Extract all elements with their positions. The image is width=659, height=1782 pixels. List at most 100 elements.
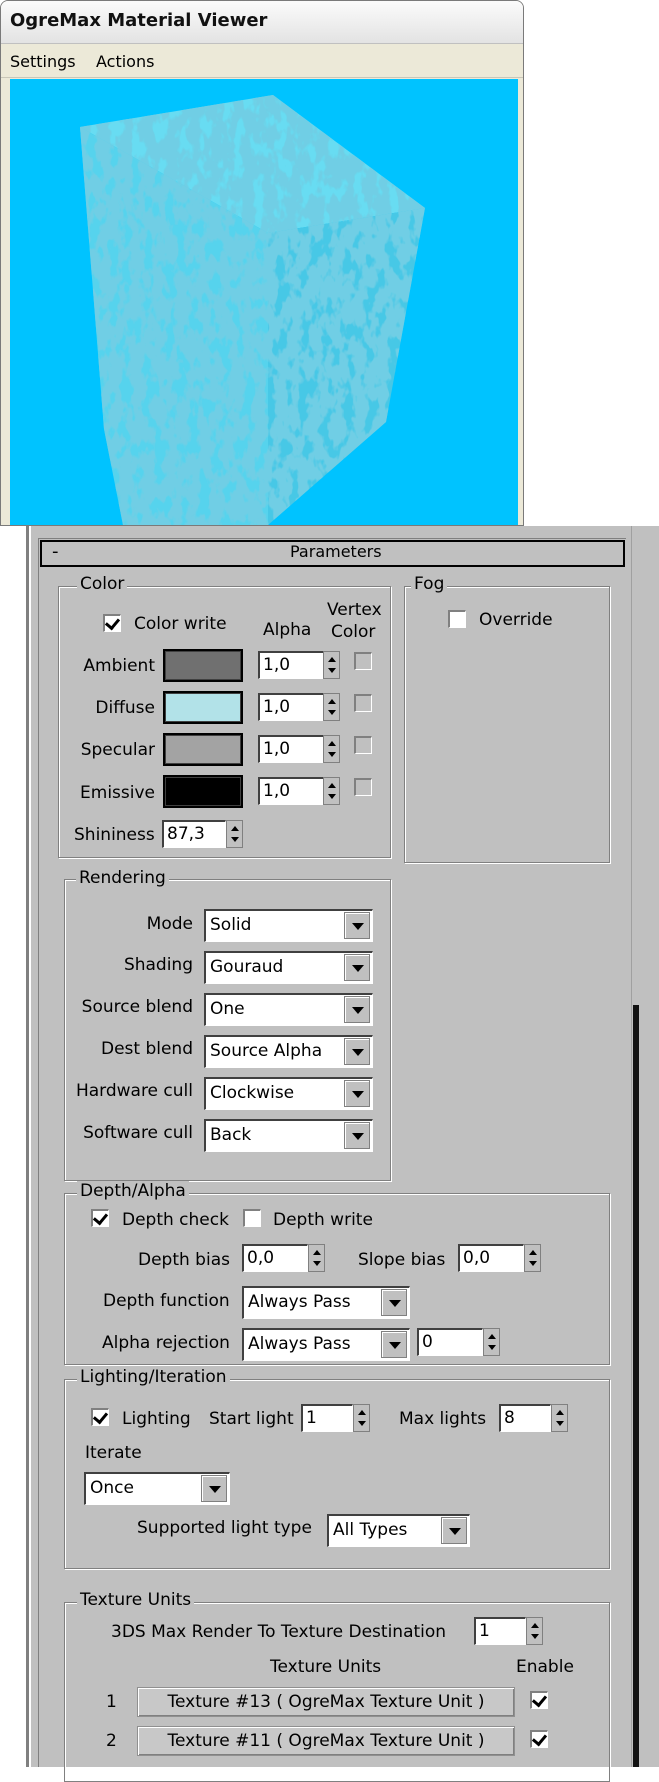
specular-color-swatch[interactable] <box>163 733 243 766</box>
shading-dropdown-arrow[interactable] <box>344 954 370 981</box>
source-blend-label: Source blend <box>81 997 193 1017</box>
ambient-label: Ambient <box>83 656 155 676</box>
max-lights-label: Max lights <box>399 1409 487 1429</box>
depth-check-checkbox[interactable] <box>91 1209 109 1227</box>
depth-bias-spinner[interactable] <box>308 1244 325 1272</box>
menu-actions[interactable]: Actions <box>96 52 154 71</box>
vertex-color-header-1: Vertex <box>327 600 382 620</box>
texture-units-group-label: Texture Units <box>77 1590 195 1610</box>
texture-unit-button[interactable]: Texture #13 ( OgreMax Texture Unit ) <box>137 1687 515 1717</box>
emissive-color-swatch[interactable] <box>163 775 243 808</box>
alpha-rejection-label: Alpha rejection <box>102 1333 230 1353</box>
dest-blend-dropdown-arrow[interactable] <box>344 1038 370 1065</box>
menu-settings[interactable]: Settings <box>10 52 76 71</box>
shininess-field[interactable]: 87,3 <box>162 820 226 848</box>
depth-write-checkbox[interactable] <box>243 1209 261 1227</box>
texture-unit-index: 2 <box>106 1731 117 1751</box>
collapse-icon[interactable]: - <box>52 541 59 562</box>
enable-column-header: Enable <box>516 1657 574 1677</box>
slope-bias-field[interactable]: 0,0 <box>458 1244 524 1272</box>
ambient-alpha-field[interactable]: 1,0 <box>258 651 324 679</box>
ambient-color-swatch[interactable] <box>163 649 243 682</box>
depth-check-label: Depth check <box>122 1210 229 1230</box>
slope-bias-label: Slope bias <box>358 1250 446 1270</box>
shininess-label: Shininess <box>74 825 155 845</box>
start-light-field[interactable]: 1 <box>301 1404 353 1432</box>
cube-right-face <box>268 208 425 525</box>
rendering-group-label: Rendering <box>76 868 169 888</box>
specular-label: Specular <box>80 740 155 760</box>
title-bar[interactable]: OgreMax Material Viewer <box>1 1 523 44</box>
hardware-cull-label: Hardware cull <box>75 1081 193 1101</box>
fog-group-label: Fog <box>411 574 448 594</box>
texture-unit-enable-checkbox[interactable] <box>530 1691 548 1709</box>
iterate-label: Iterate <box>85 1443 142 1463</box>
emissive-alpha-spinner[interactable] <box>323 777 340 805</box>
rtt-destination-field[interactable]: 1 <box>474 1617 526 1645</box>
alpha-header: Alpha <box>263 620 312 640</box>
diffuse-alpha-spinner[interactable] <box>323 693 340 721</box>
diffuse-color-swatch[interactable] <box>163 691 243 724</box>
alpha-rejection-dropdown-arrow[interactable] <box>381 1331 407 1358</box>
diffuse-vertex-color-checkbox[interactable] <box>354 694 372 712</box>
lighting-iteration-group-label: Lighting/Iteration <box>77 1367 230 1387</box>
diffuse-label: Diffuse <box>95 698 155 718</box>
lighting-label: Lighting <box>122 1409 191 1429</box>
specular-alpha-field[interactable]: 1,0 <box>258 735 324 763</box>
max-lights-field[interactable]: 8 <box>499 1404 551 1432</box>
depth-function-label: Depth function <box>103 1291 230 1311</box>
software-cull-dropdown-arrow[interactable] <box>344 1122 370 1149</box>
panel-scrollbar-thumb[interactable] <box>633 1005 639 1767</box>
iterate-dropdown-arrow[interactable] <box>201 1475 227 1502</box>
textured-cube-preview <box>80 95 425 525</box>
texture-unit-button[interactable]: Texture #11 ( OgreMax Texture Unit ) <box>137 1726 515 1756</box>
emissive-alpha-field[interactable]: 1,0 <box>258 777 324 805</box>
max-lights-spinner[interactable] <box>551 1404 568 1432</box>
source-blend-dropdown-arrow[interactable] <box>344 996 370 1023</box>
supported-light-type-label: Supported light type <box>137 1518 312 1538</box>
alpha-rejection-value-field[interactable]: 0 <box>417 1328 483 1356</box>
texture-unit-index: 1 <box>106 1692 117 1712</box>
software-cull-label: Software cull <box>83 1123 193 1143</box>
slope-bias-spinner[interactable] <box>524 1244 541 1272</box>
window-title: OgreMax Material Viewer <box>10 10 268 31</box>
alpha-rejection-value-spinner[interactable] <box>483 1328 500 1356</box>
supported-light-type-dropdown-arrow[interactable] <box>441 1517 467 1544</box>
emissive-label: Emissive <box>80 783 155 803</box>
menu-bar: Settings Actions <box>1 44 523 78</box>
mode-dropdown-arrow[interactable] <box>344 912 370 939</box>
color-write-label: Color write <box>134 614 227 634</box>
rtt-destination-spinner[interactable] <box>526 1617 543 1645</box>
emissive-vertex-color-checkbox[interactable] <box>354 778 372 796</box>
material-preview-viewport[interactable] <box>10 79 518 525</box>
render-to-texture-label: 3DS Max Render To Texture Destination <box>111 1622 447 1642</box>
material-viewer-window: OgreMax Material Viewer Settings Actions <box>0 0 524 526</box>
ambient-vertex-color-checkbox[interactable] <box>354 652 372 670</box>
rollout-title: Parameters <box>290 542 382 561</box>
start-light-label: Start light <box>209 1409 294 1429</box>
texture-unit-enable-checkbox[interactable] <box>530 1730 548 1748</box>
color-write-checkbox[interactable] <box>103 614 121 632</box>
ambient-alpha-spinner[interactable] <box>323 651 340 679</box>
depth-write-label: Depth write <box>273 1210 373 1230</box>
specular-vertex-color-checkbox[interactable] <box>354 736 372 754</box>
hardware-cull-dropdown-arrow[interactable] <box>344 1080 370 1107</box>
depth-bias-label: Depth bias <box>138 1250 230 1270</box>
lighting-checkbox[interactable] <box>91 1408 109 1426</box>
fog-override-label: Override <box>479 610 553 630</box>
dest-blend-label: Dest blend <box>100 1039 193 1059</box>
texture-units-column-header: Texture Units <box>270 1657 382 1677</box>
shading-label: Shading <box>123 955 193 975</box>
depth-alpha-group-label: Depth/Alpha <box>77 1181 189 1201</box>
mode-label: Mode <box>146 914 193 934</box>
shininess-spinner[interactable] <box>226 820 243 848</box>
fog-override-checkbox[interactable] <box>448 610 466 628</box>
diffuse-alpha-field[interactable]: 1,0 <box>258 693 324 721</box>
specular-alpha-spinner[interactable] <box>323 735 340 763</box>
panel-border-highlight <box>29 526 31 1767</box>
start-light-spinner[interactable] <box>353 1404 370 1432</box>
depth-bias-field[interactable]: 0,0 <box>242 1244 308 1272</box>
color-group-label: Color <box>77 574 128 594</box>
depth-function-dropdown-arrow[interactable] <box>381 1289 407 1316</box>
vertex-color-header-2: Color <box>331 622 376 642</box>
